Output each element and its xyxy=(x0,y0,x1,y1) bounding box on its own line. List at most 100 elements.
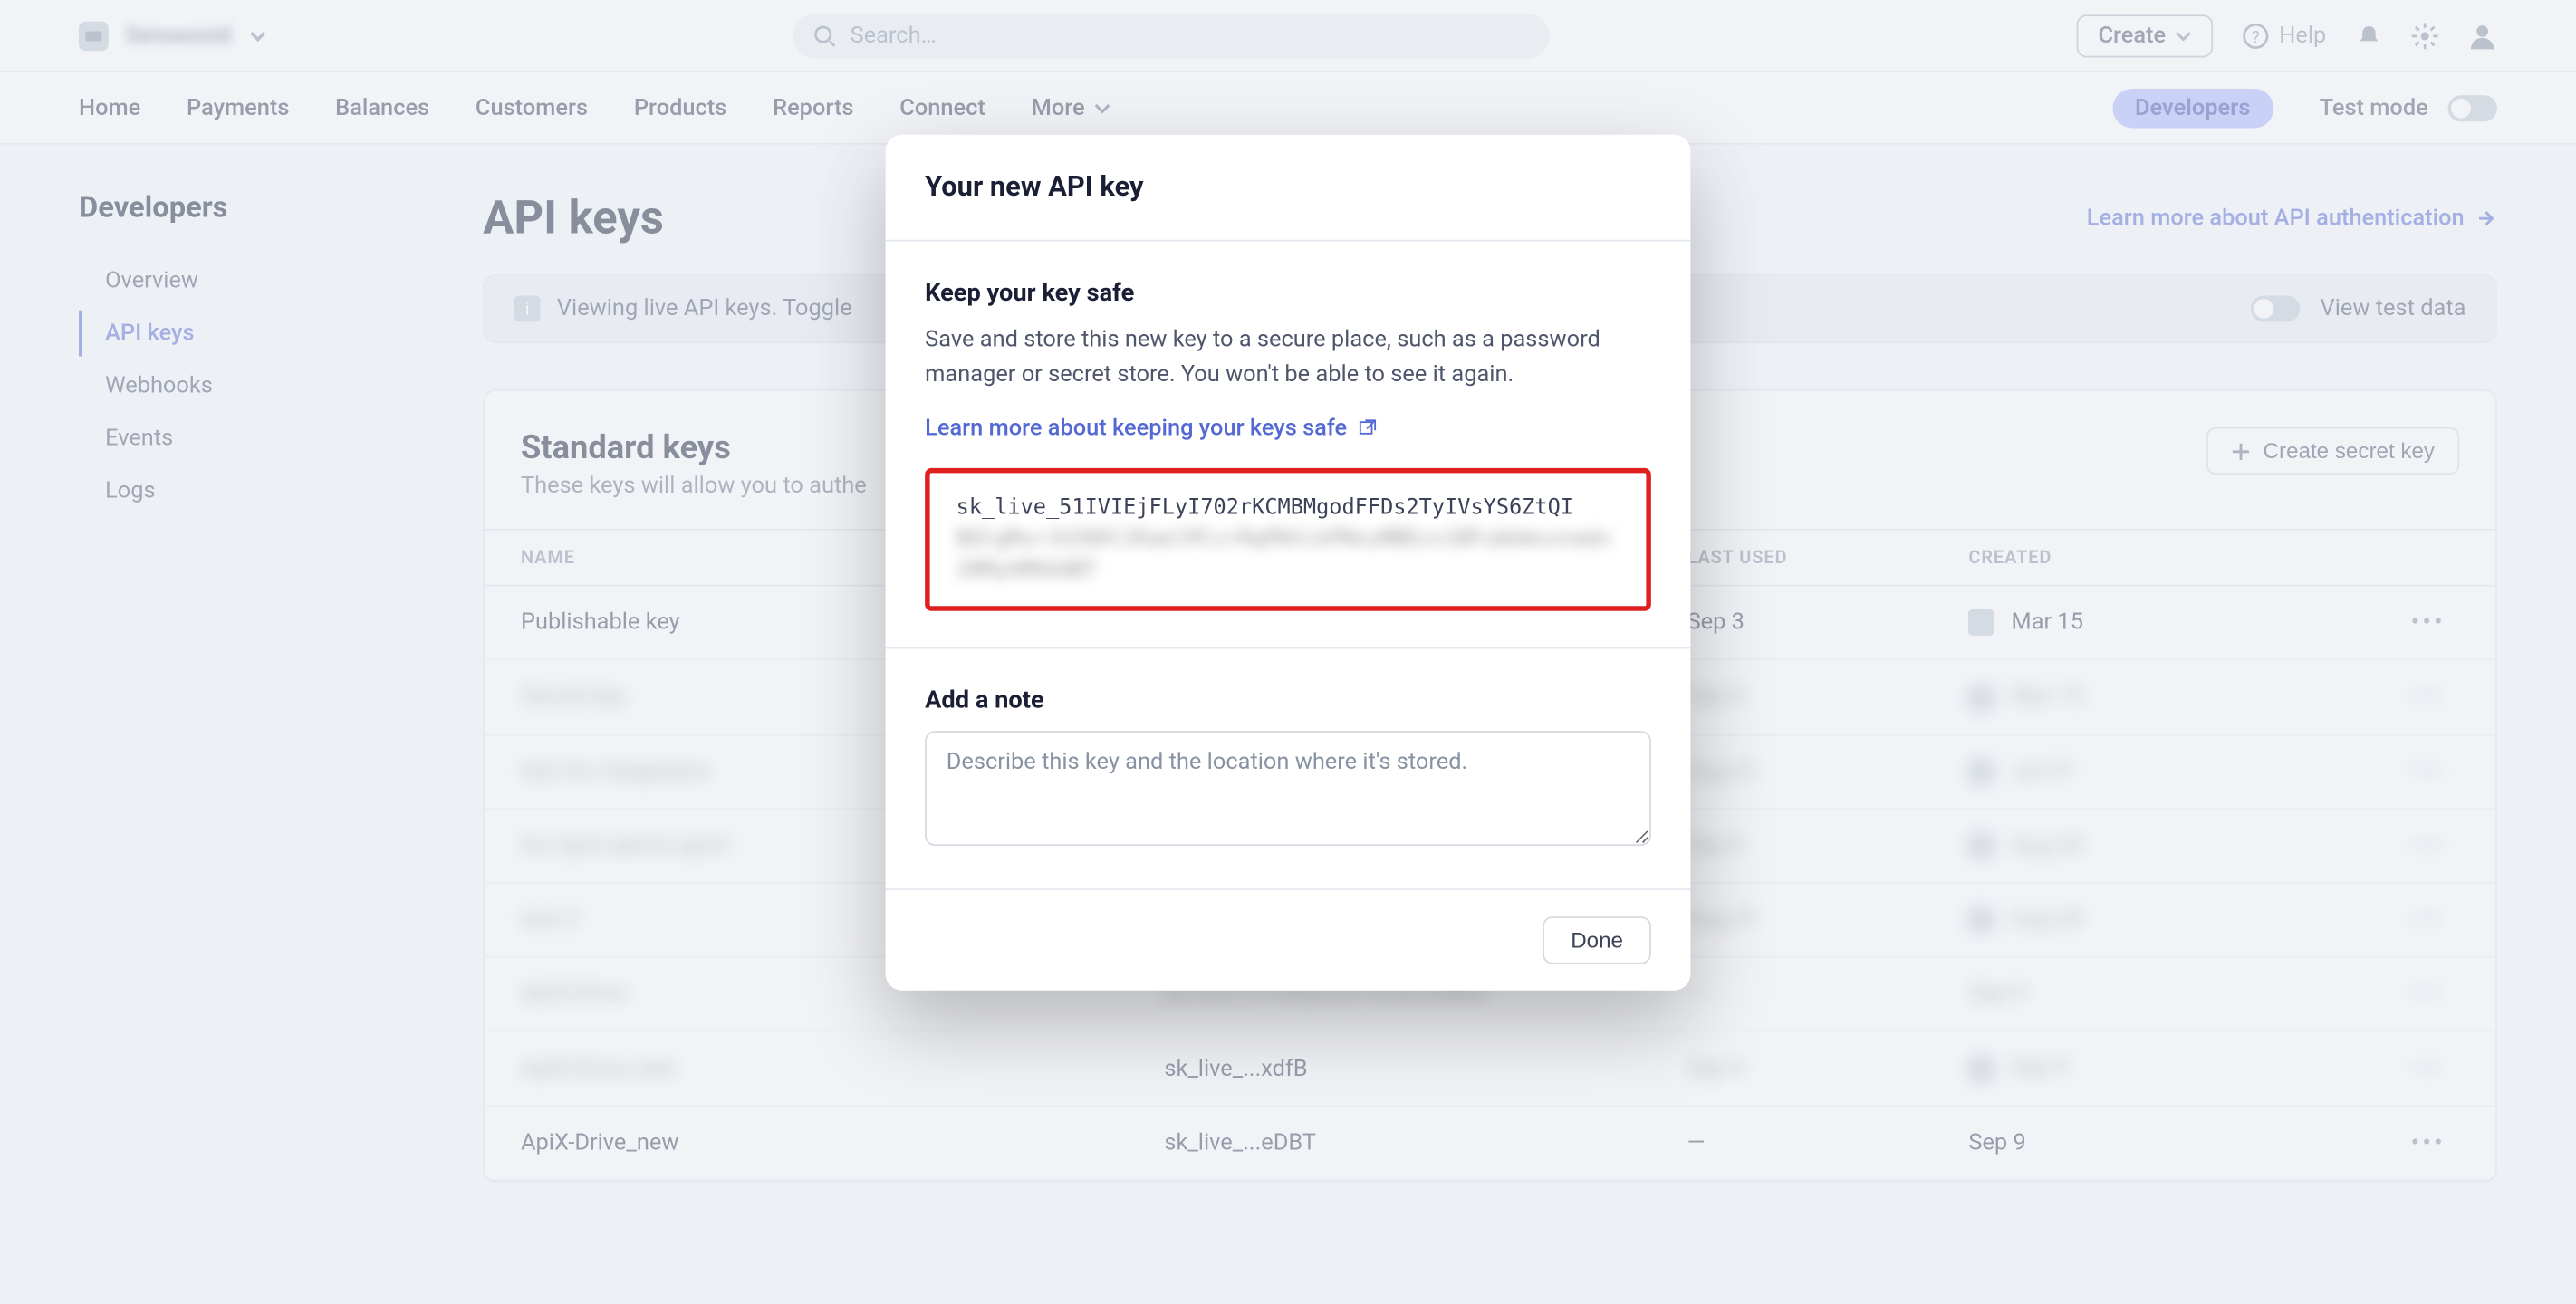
row-actions[interactable]: ••• xyxy=(2375,734,2495,809)
cell-created: Sep 9 xyxy=(1932,1031,2374,1106)
row-actions[interactable]: ••• xyxy=(2375,586,2495,660)
toggle-switch[interactable] xyxy=(2448,94,2497,120)
workspace-name: Sensezoid xyxy=(125,22,232,48)
nav-connect[interactable]: Connect xyxy=(899,94,985,120)
cell-last-used: — xyxy=(1651,957,1933,1031)
row-actions[interactable]: ••• xyxy=(2375,1106,2495,1180)
lock-icon xyxy=(1968,685,1994,711)
cell-created: Sep 9 xyxy=(1932,957,2374,1031)
page-title: API keys xyxy=(483,190,664,244)
row-actions[interactable]: ••• xyxy=(2375,660,2495,734)
api-key-hidden-1: BQlgMurJU3OHl2KaelMlzrRqPWtLkPNsuMBEzz1B… xyxy=(956,527,1620,551)
create-label: Create xyxy=(2098,22,2166,48)
create-secret-key-label: Create secret key xyxy=(2264,438,2435,463)
lock-icon xyxy=(1968,1056,1994,1082)
cell-created: Mar 15 xyxy=(1932,586,2374,660)
cell-name: ApiX-Drive_test xyxy=(485,1031,1128,1106)
cell-name: ApiX-Drive_new xyxy=(485,1106,1128,1180)
sidebar-item-logs[interactable]: Logs xyxy=(79,468,440,514)
test-mode-toggle[interactable]: Test mode xyxy=(2320,94,2497,120)
nav-home[interactable]: Home xyxy=(79,94,140,120)
standard-keys-subtitle: These keys will allow you to authe xyxy=(521,473,867,499)
cell-created: Jul 27 xyxy=(1932,734,2374,809)
search-placeholder: Search… xyxy=(851,22,937,48)
add-note-heading: Add a note xyxy=(925,685,1651,714)
api-key-visible: sk_live_51IVIEjFLyI702rKCMBMgodFFDs2TyIV… xyxy=(956,496,1620,521)
nav-customers[interactable]: Customers xyxy=(476,94,588,120)
th-last-used: LAST USED xyxy=(1651,530,1933,586)
lock-icon xyxy=(1968,833,1994,859)
keep-safe-body: Save and store this new key to a secure … xyxy=(925,323,1651,392)
create-button[interactable]: Create xyxy=(2077,14,2214,56)
help-button[interactable]: ? Help xyxy=(2243,22,2326,48)
cell-token[interactable]: sk_live_...eDBT xyxy=(1128,1106,1650,1180)
view-test-label: View test data xyxy=(2321,295,2466,321)
chevron-down-icon xyxy=(248,25,268,45)
table-row: ApiX-Drive_testsk_live_...xdfBSep 9Sep 9… xyxy=(485,1031,2495,1106)
sidebar-item-api-keys[interactable]: API keys xyxy=(79,311,440,357)
cell-created: Mar 15 xyxy=(1932,660,2374,734)
view-test-data-toggle[interactable]: View test data xyxy=(2251,295,2465,321)
toggle-switch[interactable] xyxy=(2251,295,2300,321)
nav-balances[interactable]: Balances xyxy=(335,94,429,120)
note-textarea[interactable] xyxy=(925,731,1651,846)
api-key-display[interactable]: sk_live_51IVIEjFLyI702rKCMBMgodFFDs2TyIV… xyxy=(925,468,1651,611)
cell-last-used: Sep 9 xyxy=(1651,809,1933,883)
cell-last-used: Sep 3 xyxy=(1651,586,1933,660)
keep-safe-link-text: Learn more about keeping your keys safe xyxy=(925,416,1347,442)
chevron-down-icon xyxy=(2176,27,2192,43)
developers-pill[interactable]: Developers xyxy=(2112,88,2273,128)
keep-safe-heading: Keep your key safe xyxy=(925,278,1651,308)
cell-token[interactable]: sk_live_...xdfB xyxy=(1128,1031,1650,1106)
cell-created: Aug 20 xyxy=(1932,809,2374,883)
nav-payments[interactable]: Payments xyxy=(187,94,289,120)
cell-last-used: Aug 31 xyxy=(1651,734,1933,809)
user-icon[interactable] xyxy=(2467,21,2497,51)
learn-more-text: Learn more about API authentication xyxy=(2087,205,2465,231)
row-actions[interactable]: ••• xyxy=(2375,883,2495,957)
cell-created: Aug 20 xyxy=(1932,883,2374,957)
main-nav: Home Payments Balances Customers Product… xyxy=(0,72,2576,145)
sidebar-item-overview[interactable]: Overview xyxy=(79,258,440,304)
nav-reports[interactable]: Reports xyxy=(773,94,853,120)
lock-icon xyxy=(1968,609,1994,636)
api-key-hidden-2: 20MyURDUdBT xyxy=(956,559,1620,583)
th-actions xyxy=(2375,530,2495,586)
learn-more-link[interactable]: Learn more about API authentication xyxy=(2087,205,2497,231)
search-icon xyxy=(814,24,837,46)
workspace-selector[interactable]: Sensezoid xyxy=(79,21,267,51)
sidebar-item-webhooks[interactable]: Webhooks xyxy=(79,363,440,409)
help-icon: ? xyxy=(2243,22,2269,48)
workspace-icon xyxy=(79,21,109,51)
nav-products[interactable]: Products xyxy=(634,94,726,120)
info-icon: i xyxy=(514,295,541,321)
row-actions[interactable]: ••• xyxy=(2375,1031,2495,1106)
nav-more[interactable]: More xyxy=(1032,94,1111,120)
dev-sidebar: Developers Overview API keys Webhooks Event… xyxy=(79,190,440,1182)
banner-text: Viewing live API keys. Toggle xyxy=(557,295,852,321)
create-secret-key-button[interactable]: Create secret key xyxy=(2206,427,2459,475)
bell-icon[interactable] xyxy=(2356,22,2382,48)
row-actions[interactable]: ••• xyxy=(2375,809,2495,883)
top-bar: Sensezoid Search… Create ? Help xyxy=(0,0,2576,72)
keep-safe-link[interactable]: Learn more about keeping your keys safe xyxy=(925,416,1377,442)
cell-last-used: Sep 9 xyxy=(1651,660,1933,734)
test-mode-label: Test mode xyxy=(2320,94,2428,120)
sidebar-item-events[interactable]: Events xyxy=(79,416,440,462)
row-actions[interactable]: ••• xyxy=(2375,957,2495,1031)
search-input[interactable]: Search… xyxy=(794,13,1550,59)
nav-more-label: More xyxy=(1032,94,1085,120)
svg-text:?: ? xyxy=(2253,27,2261,46)
cell-last-used: Sep 9 xyxy=(1651,1031,1933,1106)
cell-last-used: — xyxy=(1651,1106,1933,1180)
th-created: CREATED xyxy=(1932,530,2374,586)
lock-icon xyxy=(1968,759,1994,785)
sidebar-title: Developers xyxy=(79,190,440,225)
svg-text:i: i xyxy=(525,298,530,320)
table-row: ApiX-Drive_newsk_live_...eDBT—Sep 9••• xyxy=(485,1106,2495,1180)
gear-icon[interactable] xyxy=(2412,22,2438,48)
standard-keys-title: Standard keys xyxy=(521,427,867,467)
done-button[interactable]: Done xyxy=(1543,916,1650,964)
modal-title: Your new API key xyxy=(925,171,1651,204)
new-api-key-modal: Your new API key Keep your key safe Save… xyxy=(886,135,1691,991)
